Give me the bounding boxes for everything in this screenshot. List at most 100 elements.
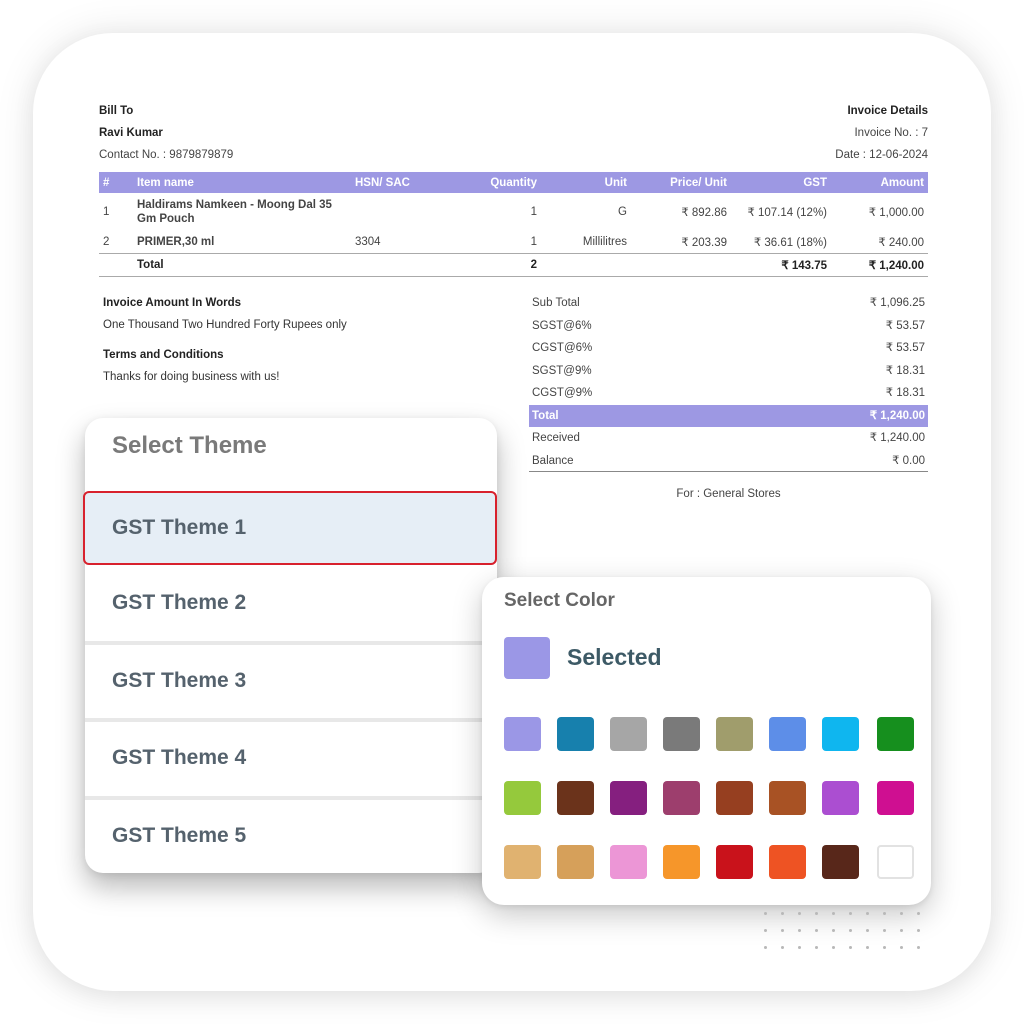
summary-value: ₹ 0.00	[892, 454, 925, 467]
summary-value: ₹ 53.57	[885, 342, 925, 354]
color-swatch[interactable]	[663, 845, 700, 879]
select-theme-panel: Select Theme GST Theme 1 GST Theme 2 GST…	[83, 418, 497, 874]
color-swatch[interactable]	[504, 717, 541, 751]
table-header-row: # Item name HSN/ SAC Quantity Unit Price…	[99, 172, 928, 193]
summary-label: SGST@9%	[532, 364, 592, 377]
item-gst: ₹ 36.61 (18%)	[753, 236, 827, 249]
color-swatch[interactable]	[663, 717, 700, 751]
decorative-dot	[781, 912, 784, 915]
item-price: ₹ 892.86	[681, 207, 727, 219]
decorative-dot	[849, 912, 852, 915]
item-hsn: 3304	[355, 235, 381, 248]
amount-words-section: Invoice Amount In Words One Thousand Two…	[103, 292, 503, 388]
summary-value: ₹ 1,096.25	[869, 297, 925, 309]
color-swatch[interactable]	[716, 845, 753, 879]
color-swatch[interactable]	[557, 717, 594, 751]
summary-table: Sub Total ₹ 1,096.25 SGST@6% ₹ 53.57 CGST@…	[529, 292, 928, 472]
item-price: ₹ 203.39	[681, 236, 727, 249]
select-theme-title: Select Theme	[112, 432, 267, 459]
items-table: # Item name HSN/ SAC Quantity Unit Price…	[99, 172, 928, 277]
decorative-dot-grid	[764, 912, 924, 952]
contact-number: Contact No. : 9879879879	[99, 149, 234, 161]
summary-value: ₹ 1,240.00	[869, 409, 925, 422]
theme-option-4[interactable]: GST Theme 4	[85, 720, 497, 796]
color-swatch[interactable]	[504, 781, 541, 815]
decorative-dot	[781, 946, 784, 949]
decorative-dot	[849, 946, 852, 949]
color-swatch[interactable]	[769, 781, 806, 815]
summary-row-subtotal: Sub Total ₹ 1,096.25	[529, 292, 928, 315]
item-amount: ₹ 1,000.00	[868, 207, 924, 219]
summary-row-sgst6: SGST@6% ₹ 53.57	[529, 315, 928, 338]
color-swatch[interactable]	[610, 845, 647, 879]
decorative-dot	[815, 946, 818, 949]
row-number: 1	[103, 206, 110, 218]
color-swatch[interactable]	[716, 717, 753, 751]
color-swatch[interactable]	[877, 845, 914, 879]
amount-words: One Thousand Two Hundred Forty Rupees on…	[103, 319, 347, 331]
decorative-dot	[900, 912, 903, 915]
summary-value: ₹ 18.31	[885, 387, 925, 399]
item-quantity: 1	[530, 235, 537, 248]
selected-color-swatch	[504, 637, 550, 679]
decorative-dot	[883, 912, 886, 915]
invoice-header: Bill To Ravi Kumar Contact No. : 9879879…	[99, 100, 928, 166]
summary-label: Balance	[532, 454, 574, 467]
invoice-details-label: Invoice Details	[847, 105, 928, 117]
theme-option-5[interactable]: GST Theme 5	[85, 798, 497, 874]
table-row: 2 PRIMER,30 ml 3304 1 Millilitres ₹ 203.…	[99, 231, 928, 253]
theme-option-3[interactable]: GST Theme 3	[85, 643, 497, 719]
invoice-date: Date : 12-06-2024	[835, 149, 928, 161]
item-name: Haldirams Namkeen - Moong Dal 35 Gm Pouc…	[137, 199, 332, 225]
decorative-dot	[832, 912, 835, 915]
summary-label: SGST@6%	[532, 319, 592, 332]
color-swatch[interactable]	[610, 717, 647, 751]
color-swatch[interactable]	[663, 781, 700, 815]
total-amount: ₹ 1,240.00	[831, 252, 928, 277]
decorative-dot	[764, 912, 767, 915]
summary-label: CGST@9%	[532, 387, 593, 399]
column-header: GST	[731, 172, 831, 193]
theme-option-1[interactable]: GST Theme 1	[83, 491, 497, 565]
summary-row-sgst9: SGST@9% ₹ 18.31	[529, 360, 928, 383]
select-color-panel: Select Color Selected	[482, 577, 931, 905]
decorative-dot	[917, 929, 920, 932]
select-color-title: Select Color	[504, 590, 615, 611]
decorative-dot	[866, 929, 869, 932]
theme-option-2[interactable]: GST Theme 2	[85, 565, 497, 641]
color-swatch[interactable]	[822, 781, 859, 815]
invoice-preview: Bill To Ravi Kumar Contact No. : 9879879…	[99, 100, 928, 277]
color-swatch[interactable]	[504, 845, 541, 879]
color-swatch[interactable]	[769, 717, 806, 751]
decorative-dot	[798, 912, 801, 915]
color-swatch[interactable]	[877, 717, 914, 751]
column-header: HSN/ SAC	[351, 172, 461, 193]
total-quantity: 2	[461, 252, 541, 277]
decorative-dot	[832, 946, 835, 949]
decorative-dot	[866, 912, 869, 915]
summary-label: Total	[532, 409, 559, 422]
decorative-dot	[900, 946, 903, 949]
color-swatch[interactable]	[822, 845, 859, 879]
color-swatch[interactable]	[769, 845, 806, 879]
decorative-dot	[798, 929, 801, 932]
decorative-dot	[764, 929, 767, 932]
color-swatch[interactable]	[557, 781, 594, 815]
item-hsn	[351, 193, 461, 231]
column-header: Unit	[541, 172, 631, 193]
color-swatch[interactable]	[610, 781, 647, 815]
summary-label: Received	[532, 432, 580, 444]
customer-name: Ravi Kumar	[99, 127, 163, 139]
summary-row-received: Received ₹ 1,240.00	[529, 427, 928, 450]
decorative-dot	[815, 912, 818, 915]
summary-value: ₹ 1,240.00	[869, 432, 925, 444]
color-swatch[interactable]	[557, 845, 594, 879]
decorative-dot	[798, 946, 801, 949]
summary-row-balance: Balance ₹ 0.00	[529, 450, 928, 472]
decorative-dot	[815, 929, 818, 932]
color-swatch[interactable]	[877, 781, 914, 815]
item-gst: ₹ 107.14 (12%)	[747, 207, 827, 219]
column-header: #	[99, 172, 133, 193]
color-swatch[interactable]	[716, 781, 753, 815]
color-swatch[interactable]	[822, 717, 859, 751]
